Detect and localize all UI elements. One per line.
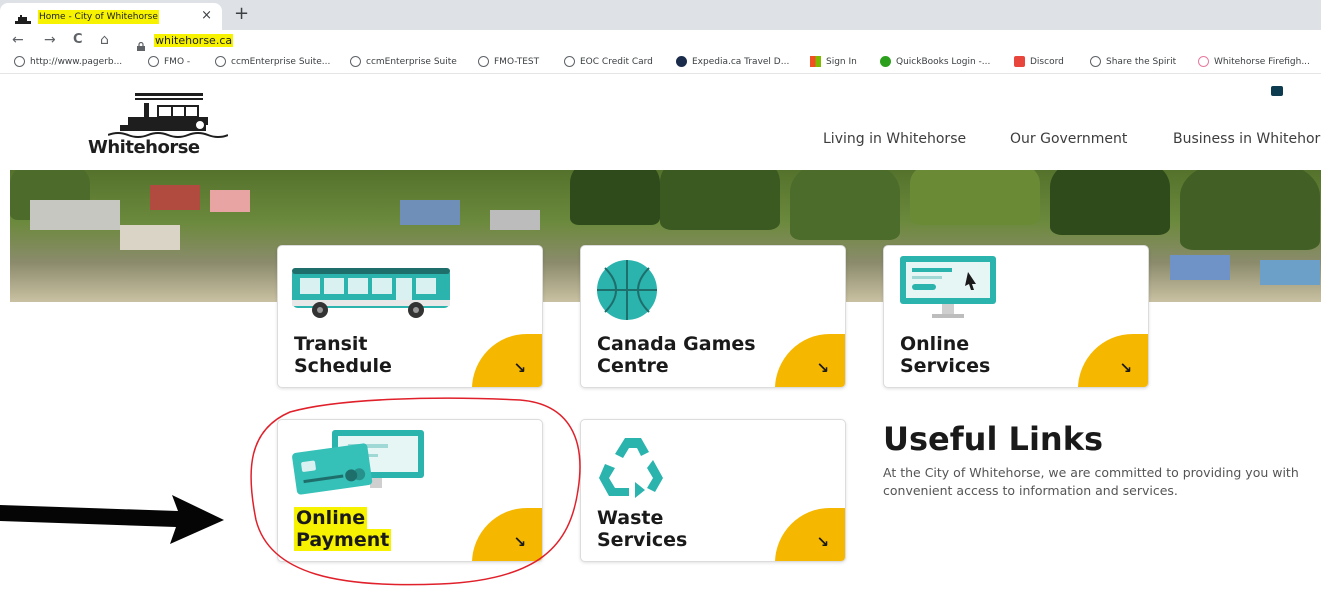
annotation-arrow-icon: [0, 495, 224, 544]
card-corner: ↘: [775, 508, 845, 561]
site-logo[interactable]: Whitehorse: [88, 93, 228, 158]
computer-icon: [900, 256, 996, 318]
card-corner: ↘: [1078, 334, 1148, 387]
bookmark-item[interactable]: Discord: [1014, 56, 1064, 67]
globe-icon: [350, 56, 361, 67]
card-transit-schedule[interactable]: Transit Schedule ↘: [277, 245, 543, 388]
recycle-icon: [599, 438, 663, 498]
card-corner: ↘: [775, 334, 845, 387]
useful-links-heading: Useful Links: [883, 420, 1104, 458]
bookmark-item[interactable]: Expedia.ca Travel D...: [676, 56, 789, 67]
globe-icon: [148, 56, 159, 67]
card-canada-games-centre[interactable]: Canada Games Centre ↘: [580, 245, 846, 388]
bookmark-item[interactable]: http://www.pagerb...: [14, 56, 122, 67]
back-button[interactable]: ←: [12, 32, 24, 48]
nav-business-in-whitehorse[interactable]: Business in Whitehorse: [1173, 131, 1321, 147]
globe-icon: [478, 56, 489, 67]
arrow-down-right-icon: ↘: [1119, 359, 1132, 377]
tab-title: Home - City of Whitehorse: [38, 9, 159, 24]
nav-living-in-whitehorse[interactable]: Living in Whitehorse: [823, 131, 966, 147]
bookmark-item[interactable]: QuickBooks Login -...: [880, 56, 990, 67]
card-corner: ↘: [472, 508, 542, 561]
bookmark-item[interactable]: FMO-TEST: [478, 56, 539, 67]
card-online-services[interactable]: Online Services ↘: [883, 245, 1149, 388]
tab-close-icon[interactable]: ×: [201, 8, 212, 23]
bus-icon: [292, 268, 450, 318]
lock-icon: [137, 36, 145, 51]
discord-icon: [1014, 56, 1025, 67]
bookmark-item[interactable]: ccmEnterprise Suite: [350, 56, 457, 67]
credit-card-icon: [292, 430, 424, 495]
card-title: Online Services: [900, 333, 991, 377]
card-title: Canada Games Centre: [597, 333, 756, 377]
expedia-icon: [676, 56, 687, 67]
reload-button[interactable]: C: [73, 32, 83, 47]
bookmark-item[interactable]: ccmEnterprise Suite...: [215, 56, 330, 67]
new-tab-button[interactable]: +: [234, 3, 249, 24]
bookmark-item[interactable]: FMO -: [148, 56, 190, 67]
globe-icon: [215, 56, 226, 67]
microsoft-icon: [810, 56, 821, 67]
card-corner: ↘: [472, 334, 542, 387]
browser-toolbar: ← → C ⌂ whitehorse.ca: [0, 30, 1321, 52]
forward-button[interactable]: →: [44, 32, 56, 48]
address-bar[interactable]: whitehorse.ca: [154, 34, 234, 47]
card-title: Transit Schedule: [294, 333, 392, 377]
briefcase-icon[interactable]: [1271, 86, 1283, 96]
browser-tab-strip: Home - City of Whitehorse × +: [0, 0, 1321, 30]
browser-tab[interactable]: Home - City of Whitehorse ×: [0, 3, 222, 30]
arrow-down-right-icon: ↘: [513, 359, 526, 377]
card-title: Waste Services: [597, 507, 688, 551]
basketball-icon: [597, 260, 657, 320]
bookmarks-bar: http://www.pagerb... FMO - ccmEnterprise…: [0, 52, 1321, 74]
globe-icon: [1090, 56, 1101, 67]
logo-text: Whitehorse: [88, 137, 200, 158]
bookmark-item[interactable]: Sign In: [810, 56, 857, 67]
bookmark-item[interactable]: Share the Spirit: [1090, 56, 1176, 67]
card-title: Online Payment: [294, 507, 392, 551]
globe-icon: [564, 56, 575, 67]
firefighter-icon: [1198, 56, 1209, 67]
riverboat-logo-icon: [108, 93, 228, 138]
bookmark-item[interactable]: Whitehorse Firefigh...: [1198, 56, 1310, 67]
card-waste-services[interactable]: Waste Services ↘: [580, 419, 846, 562]
bookmark-item[interactable]: EOC Credit Card: [564, 56, 653, 67]
arrow-down-right-icon: ↘: [816, 533, 829, 551]
arrow-down-right-icon: ↘: [513, 533, 526, 551]
useful-links-description: At the City of Whitehorse, we are commit…: [883, 465, 1299, 498]
screenshot: Home - City of Whitehorse × + ← → C ⌂ wh…: [0, 0, 1321, 590]
nav-our-government[interactable]: Our Government: [1010, 131, 1127, 147]
home-button[interactable]: ⌂: [100, 32, 109, 48]
quickbooks-icon: [880, 56, 891, 67]
riverboat-favicon-icon: [14, 11, 32, 24]
globe-icon: [14, 56, 25, 67]
arrow-down-right-icon: ↘: [816, 359, 829, 377]
card-online-payment[interactable]: Online Payment ↘: [277, 419, 543, 562]
